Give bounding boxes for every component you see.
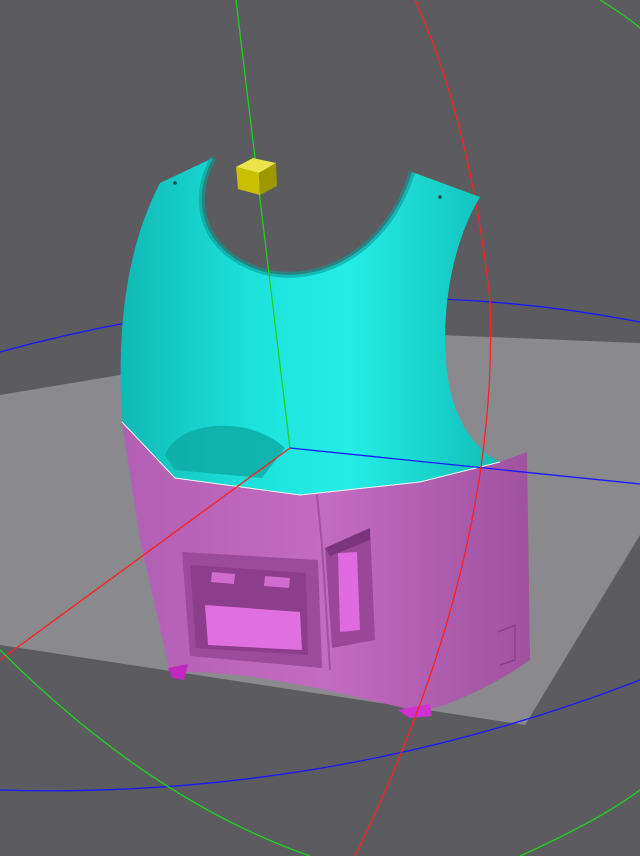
3d-viewport[interactable]	[0, 0, 640, 856]
y-rotation-ring-right	[519, 789, 640, 856]
model-upper-part[interactable]	[120, 156, 500, 495]
side-slot	[325, 528, 375, 648]
mount-hole-right	[438, 195, 442, 199]
port-opening	[182, 552, 322, 668]
mount-hole-left	[173, 181, 177, 185]
gizmo-handle-cube[interactable]	[236, 158, 277, 195]
viewport-canvas[interactable]	[0, 0, 640, 856]
y-rotation-ring-upper	[599, 0, 640, 29]
